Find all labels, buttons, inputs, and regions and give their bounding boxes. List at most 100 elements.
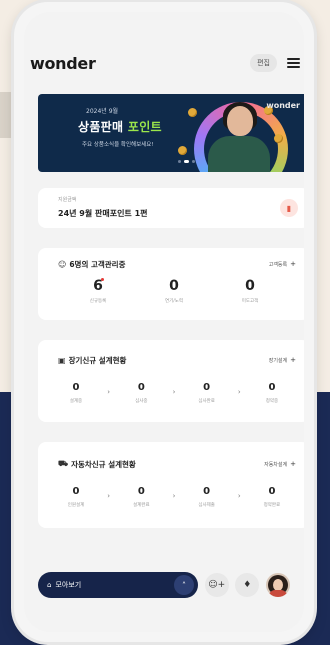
chevron-right-icon: › (107, 388, 111, 396)
notification-button[interactable]: ♦ (235, 573, 260, 597)
bottom-action-bar: ⌂ 모아보기 ˄ ☺+ ♦ (38, 570, 290, 600)
new-badge-dot (101, 278, 104, 281)
stat-item[interactable]: 0 설계중 (52, 382, 100, 404)
chevron-up-icon[interactable]: ˄ (174, 575, 194, 595)
bell-icon: ♦ (243, 580, 252, 590)
card-title: ☺ 6명의 고객관리중 (58, 259, 125, 270)
view-all-label-group: ⌂ 모아보기 (47, 580, 81, 590)
customer-register-link[interactable]: 고객등록 + (269, 260, 296, 268)
stat-item[interactable]: 0 청약완료 (248, 486, 296, 508)
phone-frame: wonder 편집 2024년 9월 상품판매 포인트 주요 상품소식을 확인해… (14, 2, 314, 642)
card-title: ▣ 장기신규 설계현황 (58, 355, 126, 366)
app-header: wonder 편집 (30, 48, 300, 78)
stat-label: 연기/노력 (164, 299, 184, 304)
banner-description: 주요 상품소식을 확인해보세요! (82, 142, 154, 148)
stat-value: 0 (268, 486, 276, 497)
banner-title-main: 상품판매 (78, 120, 124, 134)
document-icon: ▣ (58, 355, 66, 365)
stat-value: 0 (72, 486, 80, 497)
coin-icon (188, 108, 197, 117)
add-person-button[interactable]: ☺+ (204, 573, 229, 597)
card-header: ⛟ 자동차신규 설계현황 자동차설계 + (58, 458, 296, 470)
stat-value: 0 (268, 382, 276, 393)
customer-management-card: ☺ 6명의 고객관리중 고객등록 + 6 신규등록 0 연기/노력 0 미도고객 (38, 248, 304, 320)
stat-value: 0 (169, 278, 179, 294)
coin-icon (274, 134, 283, 143)
model-face (227, 106, 253, 136)
stat-value: 0 (203, 486, 211, 497)
auto-title: 자동차신규 설계현황 (71, 459, 136, 469)
chevron-right-icon: › (237, 388, 241, 396)
carousel-dot-active[interactable] (184, 160, 189, 163)
stat-value: 0 (245, 278, 255, 294)
ltc-design-link[interactable]: 장기설계 + (269, 356, 296, 364)
stat-value: 0 (137, 486, 145, 497)
points-gift-icon[interactable]: ▮ (280, 199, 298, 217)
stat-label: 심사제출 (198, 503, 215, 508)
stat-value: 0 (72, 382, 80, 393)
stat-item[interactable]: 0 심사제출 (183, 486, 231, 508)
stat-item[interactable]: 0 연기/노력 (144, 278, 204, 304)
promo-banner[interactable]: 2024년 9월 상품판매 포인트 주요 상품소식을 확인해보세요! wonde… (38, 94, 304, 172)
long-term-design-card: ▣ 장기신규 설계현황 장기설계 + 0 설계중 › 0 심사중 › 0 심사완… (38, 340, 304, 422)
ltc-title: 장기신규 설계현황 (68, 355, 127, 365)
stat-item[interactable]: 0 심사중 (117, 382, 165, 404)
auto-design-label: 자동차설계 (264, 461, 288, 468)
banner-brand-logo: wonder (266, 101, 300, 110)
carousel-dot[interactable] (192, 160, 195, 163)
stat-label: 청약중 (265, 399, 279, 404)
chevron-right-icon: › (237, 492, 241, 500)
customer-title: 6명의 고객관리중 (69, 259, 126, 269)
points-card[interactable]: 지원금액 24년 9월 판매포인트 1편 ▮ (38, 188, 304, 228)
stat-label: 미도고객 (241, 299, 259, 304)
points-small-label: 지원금액 (58, 197, 77, 203)
chevron-right-icon: › (172, 492, 176, 500)
auto-stats: 0 인원설계 › 0 설계완료 › 0 심사제출 › 0 청약완료 (52, 486, 296, 508)
stat-item[interactable]: 0 청약중 (248, 382, 296, 404)
stat-item[interactable]: 0 미도고객 (220, 278, 280, 304)
view-all-button[interactable]: ⌂ 모아보기 ˄ (38, 572, 198, 598)
card-header: ▣ 장기신규 설계현황 장기설계 + (58, 354, 296, 366)
app-screen: wonder 편집 2024년 9월 상품판매 포인트 주요 상품소식을 확인해… (24, 12, 304, 632)
auto-design-link[interactable]: 자동차설계 + (264, 460, 296, 468)
banner-title-highlight: 포인트 (127, 120, 162, 134)
app-logo: wonder (30, 53, 96, 73)
person-icon: ☺ (58, 259, 67, 269)
stat-item[interactable]: 6 신규등록 (68, 278, 128, 304)
stat-label: 설계완료 (133, 503, 150, 508)
home-icon: ⌂ (47, 581, 52, 589)
avatar-shirt (268, 590, 287, 597)
ltc-design-label: 장기설계 (268, 357, 288, 364)
stat-label: 설계중 (69, 399, 83, 404)
chevron-right-icon: › (107, 492, 111, 500)
car-icon: ⛟ (58, 459, 69, 468)
banner-title: 상품판매 포인트 (78, 118, 162, 135)
edit-button[interactable]: 편집 (250, 54, 277, 72)
hamburger-menu-icon[interactable] (287, 58, 300, 68)
stat-label: 인원설계 (67, 503, 85, 508)
carousel-indicator[interactable] (178, 160, 195, 163)
coin-icon (178, 146, 187, 155)
stat-label: 신규등록 (89, 299, 107, 304)
plus-icon: + (290, 460, 296, 468)
stat-label: 심사완료 (198, 399, 215, 404)
card-header: ☺ 6명의 고객관리중 고객등록 + (58, 258, 296, 270)
banner-subtitle: 2024년 9월 (86, 108, 119, 115)
card-title: ⛟ 자동차신규 설계현황 (58, 459, 136, 470)
model-body (208, 136, 270, 172)
ltc-stats: 0 설계중 › 0 심사중 › 0 심사완료 › 0 청약중 (52, 382, 296, 404)
stat-value: 6 (93, 278, 103, 294)
profile-avatar[interactable] (265, 573, 290, 597)
carousel-dot[interactable] (178, 160, 181, 163)
customer-register-label: 고객등록 (268, 261, 288, 268)
customer-stats: 6 신규등록 0 연기/노력 0 미도고객 (68, 278, 280, 304)
header-actions: 편집 (250, 54, 300, 72)
plus-icon: + (290, 260, 296, 268)
points-title: 24년 9월 판매포인트 1편 (58, 209, 148, 218)
view-all-label: 모아보기 (55, 581, 82, 589)
stat-value: 0 (203, 382, 211, 393)
plus-icon: + (290, 356, 296, 364)
stat-item[interactable]: 0 설계완료 (117, 486, 165, 508)
stat-item[interactable]: 0 인원설계 (52, 486, 100, 508)
stat-item[interactable]: 0 심사완료 (183, 382, 231, 404)
